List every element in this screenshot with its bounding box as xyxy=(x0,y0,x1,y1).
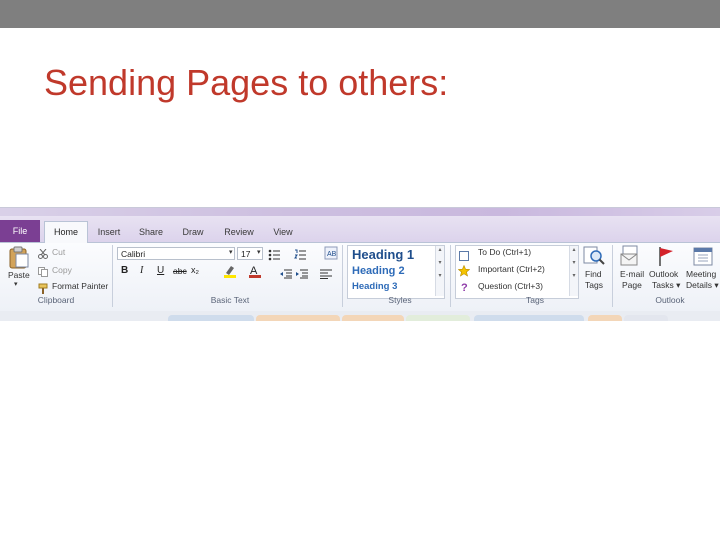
font-name-dropdown-icon[interactable]: ▾ xyxy=(229,248,233,256)
highlighter-icon[interactable] xyxy=(223,264,237,278)
meeting-details-button[interactable]: Meeting xyxy=(686,269,716,279)
outlook-tasks-button[interactable]: Outlook xyxy=(649,269,678,279)
style-heading-1[interactable]: Heading 1 xyxy=(352,247,414,262)
section-tab[interactable] xyxy=(588,315,622,321)
bullets-icon[interactable] xyxy=(268,248,280,261)
clear-formatting-icon[interactable]: AB xyxy=(324,246,338,260)
flag-icon[interactable] xyxy=(655,245,677,267)
find-tags-button[interactable]: Find xyxy=(585,269,602,279)
copy-icon xyxy=(38,264,48,277)
scissors-icon xyxy=(38,246,48,259)
ribbon-home-panel: Paste ▾ Cut Copy Format Painter Clipboar… xyxy=(0,243,720,311)
section-tab[interactable] xyxy=(256,315,340,321)
tab-view[interactable]: View xyxy=(266,222,300,242)
styles-group-label: Styles xyxy=(388,295,412,305)
clipboard-group-label: Clipboard xyxy=(37,295,75,305)
basic-text-group-label: Basic Text xyxy=(210,295,250,305)
find-tags-button-line2[interactable]: Tags xyxy=(585,280,603,290)
section-tab[interactable] xyxy=(168,315,254,321)
window-title-strip xyxy=(0,208,720,216)
decrease-indent-icon[interactable] xyxy=(280,266,292,279)
email-page-button-line2[interactable]: Page xyxy=(622,280,642,290)
ribbon-tab-row: File Home Insert Share Draw Review View xyxy=(0,216,720,244)
subscript-button[interactable]: x₂ xyxy=(191,265,199,275)
outlook-tasks-button-line2[interactable]: Tasks ▾ xyxy=(652,280,680,291)
tab-home[interactable]: Home xyxy=(44,221,88,244)
tab-review[interactable]: Review xyxy=(220,222,258,242)
tags-group-label: Tags xyxy=(526,295,544,305)
email-page-button[interactable]: E-mail xyxy=(620,269,644,279)
tab-share[interactable]: Share xyxy=(134,222,168,242)
tag-question[interactable]: Question (Ctrl+3) xyxy=(478,281,543,291)
section-tab[interactable] xyxy=(474,315,584,321)
paste-icon[interactable] xyxy=(8,245,30,269)
format-painter-button[interactable]: Format Painter xyxy=(52,281,108,291)
find-tags-icon[interactable] xyxy=(583,245,605,267)
tab-draw[interactable]: Draw xyxy=(176,222,210,242)
tab-insert[interactable]: Insert xyxy=(92,222,126,242)
increase-indent-icon[interactable] xyxy=(296,266,308,279)
tag-important[interactable]: Important (Ctrl+2) xyxy=(478,264,545,274)
section-tab[interactable] xyxy=(342,315,404,321)
format-painter-icon xyxy=(38,281,49,294)
star-icon xyxy=(457,264,471,277)
onenote-ribbon-screenshot: File Home Insert Share Draw Review View … xyxy=(0,207,720,321)
cut-button[interactable]: Cut xyxy=(52,247,65,257)
checkbox-icon xyxy=(459,248,469,261)
tags-gallery: To Do (Ctrl+1) Important (Ctrl+2) ? Ques… xyxy=(455,245,579,299)
tab-file[interactable]: File xyxy=(0,220,40,242)
bold-button[interactable]: B xyxy=(121,265,128,276)
question-icon: ? xyxy=(460,280,470,294)
group-separator xyxy=(342,245,343,307)
font-size-dropdown-icon[interactable]: ▾ xyxy=(257,248,261,256)
style-heading-3[interactable]: Heading 3 xyxy=(352,281,397,292)
section-tab[interactable] xyxy=(624,315,668,321)
meeting-details-button-line2[interactable]: Details ▾ xyxy=(686,280,719,291)
meeting-details-icon[interactable] xyxy=(692,245,714,267)
italic-button[interactable]: I xyxy=(140,265,143,276)
slide-top-bar xyxy=(0,0,720,28)
numbering-icon[interactable] xyxy=(294,248,306,260)
paste-dropdown-icon[interactable]: ▾ xyxy=(14,280,18,288)
align-icon[interactable] xyxy=(320,266,332,279)
svg-text:AB: AB xyxy=(327,251,337,258)
email-page-icon[interactable] xyxy=(620,245,642,267)
outlook-group-label: Outlook xyxy=(655,295,685,305)
font-name-field[interactable]: Calibri xyxy=(117,247,235,260)
font-color-icon[interactable]: A xyxy=(248,264,262,278)
tags-scrollbar[interactable]: ▴ ▾ ▾ xyxy=(569,246,578,296)
tag-todo[interactable]: To Do (Ctrl+1) xyxy=(478,247,531,257)
section-tab[interactable] xyxy=(406,315,470,321)
svg-text:?: ? xyxy=(461,282,468,293)
group-separator xyxy=(450,245,451,307)
copy-button[interactable]: Copy xyxy=(52,265,72,275)
styles-gallery: Heading 1 Heading 2 Heading 3 ▴ ▾ ▾ xyxy=(347,245,445,299)
section-tabs-strip xyxy=(0,311,720,321)
style-heading-2[interactable]: Heading 2 xyxy=(352,265,405,277)
slide-title: Sending Pages to others: xyxy=(44,62,449,103)
group-separator xyxy=(612,245,613,307)
strikethrough-button[interactable]: abc xyxy=(173,266,187,276)
styles-scrollbar[interactable]: ▴ ▾ ▾ xyxy=(435,246,444,296)
underline-button[interactable]: U xyxy=(157,265,164,276)
group-separator xyxy=(112,245,113,307)
paste-button[interactable]: Paste xyxy=(8,270,30,280)
